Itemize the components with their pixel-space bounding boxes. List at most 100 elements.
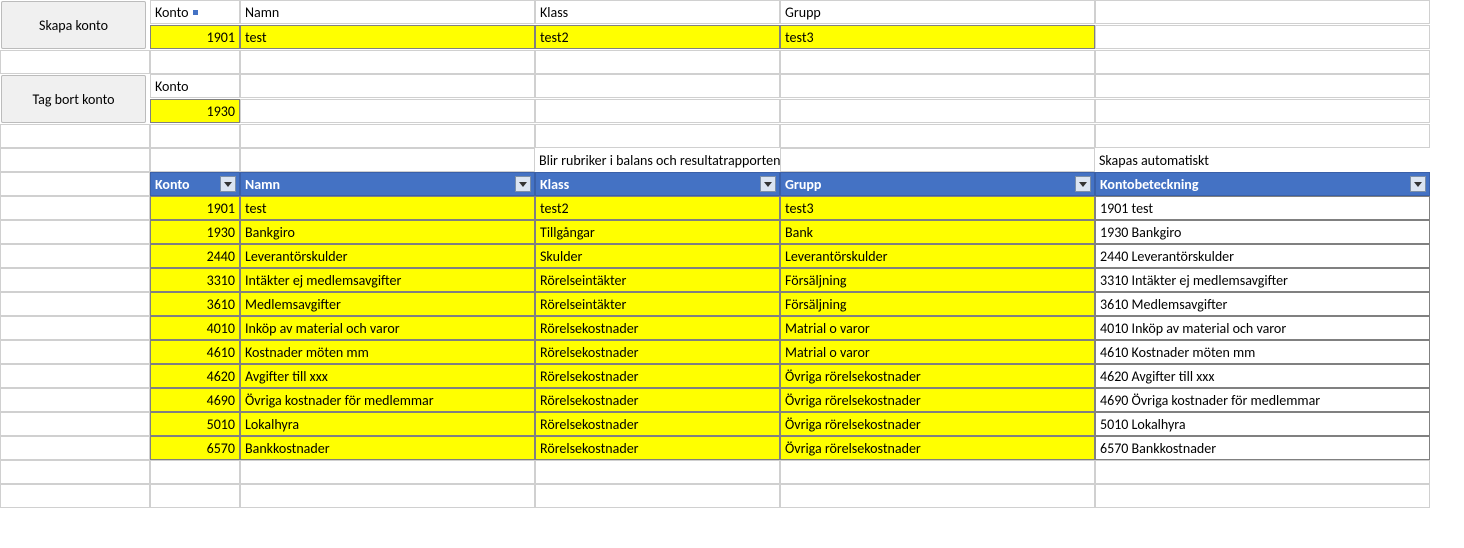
empty-cell[interactable] [0, 172, 150, 196]
empty-cell[interactable] [1095, 484, 1430, 508]
table-cell-namn[interactable]: Inköp av material och varor [240, 316, 535, 340]
empty-cell[interactable] [780, 74, 1095, 98]
empty-cell[interactable] [1095, 74, 1430, 98]
upper-header-namn[interactable]: Namn [240, 0, 535, 24]
delete-konto-label[interactable]: Konto [150, 74, 240, 98]
table-cell-klass[interactable]: Tillgångar [535, 220, 780, 244]
empty-cell[interactable] [1095, 50, 1430, 74]
empty-cell[interactable] [0, 196, 150, 220]
empty-cell[interactable] [0, 268, 150, 292]
table-cell-beteckning[interactable]: 1930 Bankgiro [1095, 220, 1430, 244]
table-cell-konto[interactable]: 1930 [150, 220, 240, 244]
filter-dropdown-icon[interactable] [515, 176, 531, 192]
empty-cell[interactable] [0, 340, 150, 364]
empty-cell[interactable] [240, 484, 535, 508]
table-cell-konto[interactable]: 3610 [150, 292, 240, 316]
filter-dropdown-icon[interactable] [760, 176, 776, 192]
table-cell-klass[interactable]: Rörelsekostnader [535, 316, 780, 340]
empty-cell[interactable] [240, 460, 535, 484]
empty-cell[interactable] [535, 484, 780, 508]
table-header-konto[interactable]: Konto [150, 172, 240, 196]
table-cell-konto[interactable]: 6570 [150, 436, 240, 460]
empty-cell[interactable] [780, 124, 1095, 148]
table-cell-namn[interactable]: Medlemsavgifter [240, 292, 535, 316]
table-cell-beteckning[interactable]: 4610 Kostnader möten mm [1095, 340, 1430, 364]
create-grupp-input[interactable]: test3 [780, 25, 1095, 49]
table-cell-grupp[interactable]: test3 [780, 196, 1095, 220]
empty-cell[interactable] [1095, 25, 1430, 49]
table-cell-beteckning[interactable]: 3610 Medlemsavgifter [1095, 292, 1430, 316]
table-cell-beteckning[interactable]: 3310 Intäkter ej medlemsavgifter [1095, 268, 1430, 292]
table-cell-klass[interactable]: Rörelsekostnader [535, 388, 780, 412]
empty-cell[interactable] [150, 50, 240, 74]
delete-account-button[interactable]: Tag bort konto [1, 75, 146, 123]
empty-cell[interactable] [0, 244, 150, 268]
table-cell-namn[interactable]: Bankkostnader [240, 436, 535, 460]
table-cell-grupp[interactable]: Försäljning [780, 292, 1095, 316]
table-header-grupp[interactable]: Grupp [780, 172, 1095, 196]
table-cell-klass[interactable]: Rörelsekostnader [535, 436, 780, 460]
empty-cell[interactable] [535, 460, 780, 484]
empty-cell[interactable] [780, 99, 1095, 123]
create-account-button[interactable]: Skapa konto [1, 1, 146, 49]
table-cell-namn[interactable]: Avgifter till xxx [240, 364, 535, 388]
table-cell-konto[interactable]: 4610 [150, 340, 240, 364]
empty-cell[interactable] [150, 484, 240, 508]
spreadsheet-grid[interactable]: Skapa konto Konto Namn Klass Grupp 1901 … [0, 0, 1464, 508]
empty-cell[interactable] [780, 148, 1095, 172]
empty-cell[interactable] [780, 484, 1095, 508]
empty-cell[interactable] [240, 99, 535, 123]
table-cell-namn[interactable]: test [240, 196, 535, 220]
table-cell-klass[interactable]: Rörelsekostnader [535, 412, 780, 436]
empty-cell[interactable] [0, 124, 150, 148]
table-cell-konto[interactable]: 3310 [150, 268, 240, 292]
empty-cell[interactable] [0, 292, 150, 316]
delete-konto-input[interactable]: 1930 [150, 99, 240, 123]
empty-cell[interactable] [780, 50, 1095, 74]
table-cell-konto[interactable]: 2440 [150, 244, 240, 268]
table-cell-grupp[interactable]: Försäljning [780, 268, 1095, 292]
table-cell-konto[interactable]: 4010 [150, 316, 240, 340]
empty-cell[interactable] [0, 460, 150, 484]
table-cell-beteckning[interactable]: 1901 test [1095, 196, 1430, 220]
table-cell-namn[interactable]: Bankgiro [240, 220, 535, 244]
table-cell-klass[interactable]: Skulder [535, 244, 780, 268]
table-cell-klass[interactable]: Rörelseintäkter [535, 292, 780, 316]
table-cell-grupp[interactable]: Matrial o varor [780, 340, 1095, 364]
table-cell-konto[interactable]: 4620 [150, 364, 240, 388]
table-cell-konto[interactable]: 5010 [150, 412, 240, 436]
table-cell-grupp[interactable]: Leverantörskulder [780, 244, 1095, 268]
table-cell-klass[interactable]: Rörelseintäkter [535, 268, 780, 292]
table-cell-grupp[interactable]: Övriga rörelsekostnader [780, 412, 1095, 436]
table-cell-namn[interactable]: Övriga kostnader för medlemmar [240, 388, 535, 412]
table-cell-grupp[interactable]: Övriga rörelsekostnader [780, 388, 1095, 412]
table-cell-grupp[interactable]: Övriga rörelsekostnader [780, 436, 1095, 460]
table-cell-namn[interactable]: Lokalhyra [240, 412, 535, 436]
table-cell-grupp[interactable]: Bank [780, 220, 1095, 244]
empty-cell[interactable] [0, 484, 150, 508]
empty-cell[interactable] [1095, 0, 1430, 24]
table-cell-beteckning[interactable]: 4010 Inköp av material och varor [1095, 316, 1430, 340]
table-cell-beteckning[interactable]: 5010 Lokalhyra [1095, 412, 1430, 436]
empty-cell[interactable] [240, 50, 535, 74]
create-konto-input[interactable]: 1901 [150, 25, 240, 49]
empty-cell[interactable] [240, 74, 535, 98]
empty-cell[interactable] [1095, 124, 1430, 148]
filter-dropdown-icon[interactable] [1410, 176, 1426, 192]
table-header-beteckning[interactable]: Kontobeteckning [1095, 172, 1430, 196]
empty-cell[interactable] [0, 364, 150, 388]
empty-cell[interactable] [0, 316, 150, 340]
empty-cell[interactable] [0, 412, 150, 436]
table-cell-grupp[interactable]: Övriga rörelsekostnader [780, 364, 1095, 388]
empty-cell[interactable] [150, 148, 240, 172]
table-cell-beteckning[interactable]: 4620 Avgifter till xxx [1095, 364, 1430, 388]
table-cell-beteckning[interactable]: 4690 Övriga kostnader för medlemmar [1095, 388, 1430, 412]
empty-cell[interactable] [0, 436, 150, 460]
table-cell-konto[interactable]: 1901 [150, 196, 240, 220]
table-cell-klass[interactable]: test2 [535, 196, 780, 220]
empty-cell[interactable] [535, 74, 780, 98]
empty-cell[interactable] [0, 148, 150, 172]
table-header-klass[interactable]: Klass [535, 172, 780, 196]
empty-cell[interactable] [150, 124, 240, 148]
empty-cell[interactable] [0, 388, 150, 412]
